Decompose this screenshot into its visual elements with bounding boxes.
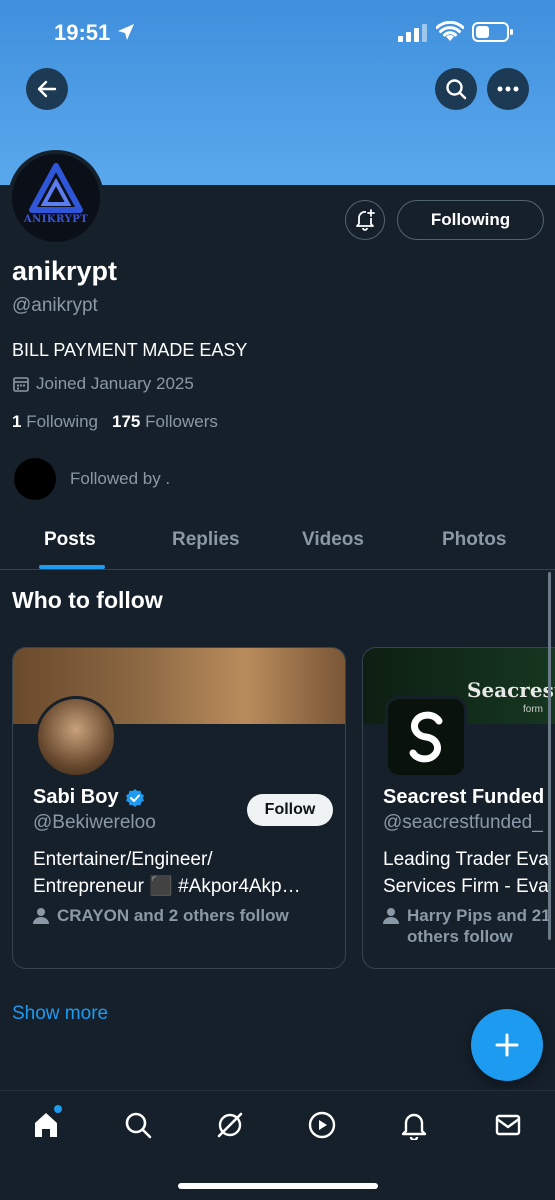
suggestion-name: Sabi Boy	[33, 786, 119, 808]
who-to-follow-heading: Who to follow	[12, 587, 163, 613]
follow-stats: 1 Following 175 Followers	[12, 412, 218, 432]
bottom-navigation	[0, 1090, 555, 1200]
social-context: Harry Pips and 21 others follow	[383, 905, 555, 947]
tab-photos[interactable]: Photos	[442, 529, 506, 551]
suggestion-name: Seacrest Funded	[383, 786, 545, 808]
suggestion-card[interactable]: SeacrestFu form Seacrest Funded @seacres…	[362, 647, 555, 969]
following-stat[interactable]: 1 Following	[12, 412, 98, 432]
active-tab-indicator	[39, 565, 105, 569]
more-options-button[interactable]	[487, 68, 529, 110]
profile-name: anikrypt	[12, 256, 118, 286]
bell-plus-icon	[356, 209, 375, 231]
followers-label: Followers	[145, 412, 218, 431]
more-dots-icon	[497, 86, 519, 92]
profile-bio: BILL PAYMENT MADE EASY	[12, 340, 248, 360]
profile-avatar[interactable]: ANIKRYPT	[8, 150, 104, 246]
bell-icon	[401, 1113, 427, 1140]
tab-posts[interactable]: Posts	[44, 529, 96, 551]
suggestion-name-row: Seacrest Funded	[383, 786, 544, 809]
search-icon	[125, 1112, 152, 1139]
followers-count: 175	[112, 412, 141, 431]
home-icon	[35, 1113, 57, 1137]
location-arrow-icon	[118, 24, 134, 40]
home-indicator	[178, 1183, 378, 1189]
scrollbar[interactable]	[548, 572, 551, 940]
wifi-icon	[436, 21, 464, 41]
suggestion-bio: Leading Trader Eva Services Firm - Eva	[383, 846, 555, 900]
seacrest-logo-icon	[409, 711, 443, 763]
play-circle-icon	[308, 1111, 336, 1139]
suggestion-bio-line: Entrepreneur ⬛ #Akpor4Akp…	[33, 876, 301, 897]
status-bar: 19:51	[0, 0, 555, 64]
search-icon	[446, 79, 467, 100]
follower-avatar	[14, 458, 56, 500]
avatar-logo: ANIKRYPT	[12, 154, 100, 242]
suggestion-avatar	[35, 696, 117, 778]
plus-icon	[495, 1033, 519, 1057]
suggestion-card[interactable]: Sabi Boy @Bekiwereloo Entertainer/Engine…	[12, 647, 346, 969]
anikrypt-logo-icon	[29, 163, 83, 213]
social-context-text: Harry Pips and 21 others follow	[407, 906, 551, 946]
nav-messages[interactable]	[490, 1107, 526, 1143]
suggestion-bio-line: Leading Trader Eva	[383, 849, 549, 870]
following-count: 1	[12, 412, 22, 431]
profile-handle: @anikrypt	[12, 295, 98, 316]
nav-video[interactable]	[304, 1107, 340, 1143]
compose-post-button[interactable]	[471, 1009, 543, 1081]
social-context: CRAYON and 2 others follow	[33, 905, 289, 926]
suggestion-bio-line: Entertainer/Engineer/	[33, 849, 213, 870]
banner-subtext: form	[523, 704, 543, 715]
calendar-icon	[13, 377, 29, 392]
nav-search[interactable]	[120, 1107, 156, 1143]
notifications-toggle-button[interactable]	[345, 200, 385, 240]
home-notification-dot	[54, 1105, 62, 1113]
tab-videos[interactable]: Videos	[302, 529, 364, 551]
follow-button[interactable]: Follow	[247, 794, 333, 826]
nav-notifications[interactable]	[396, 1107, 432, 1143]
nav-grok[interactable]	[212, 1107, 248, 1143]
suggestion-bio-line: Services Firm - Eva	[383, 876, 549, 897]
suggestion-name-row: Sabi Boy	[33, 786, 145, 809]
grok-icon	[217, 1112, 243, 1138]
suggestion-handle: @seacrestfunded_	[383, 812, 543, 833]
show-more-link[interactable]: Show more	[12, 1003, 108, 1025]
suggestion-handle: @Bekiwereloo	[33, 812, 156, 833]
followed-by-text: Followed by .	[70, 469, 171, 488]
joined-text: Joined January 2025	[36, 374, 194, 393]
tab-replies[interactable]: Replies	[172, 529, 240, 551]
followers-stat[interactable]: 175 Followers	[112, 412, 218, 432]
mail-icon	[495, 1114, 521, 1136]
following-label: Following	[26, 412, 99, 431]
suggestion-bio: Entertainer/Engineer/ Entrepreneur ⬛ #Ak…	[33, 846, 333, 900]
arrow-left-icon	[37, 80, 57, 98]
joined-date: Joined January 2025	[12, 374, 194, 394]
status-time: 19:51	[54, 20, 111, 45]
person-icon	[383, 908, 399, 924]
social-context-text: CRAYON and 2 others follow	[57, 906, 289, 925]
person-icon	[33, 908, 49, 924]
cellular-signal-icon	[398, 24, 427, 42]
followed-by-row[interactable]: Followed by .	[14, 458, 170, 500]
profile-tabs: Posts Replies Videos Photos	[0, 515, 555, 570]
avatar-wordmark: ANIKRYPT	[23, 214, 89, 225]
verified-badge-icon	[125, 788, 144, 807]
banner-wordmark: SeacrestFu	[467, 678, 555, 702]
following-button[interactable]: Following	[397, 200, 544, 240]
search-button[interactable]	[435, 68, 477, 110]
back-button[interactable]	[26, 68, 68, 110]
suggestion-avatar	[385, 696, 467, 778]
battery-icon	[472, 22, 513, 42]
